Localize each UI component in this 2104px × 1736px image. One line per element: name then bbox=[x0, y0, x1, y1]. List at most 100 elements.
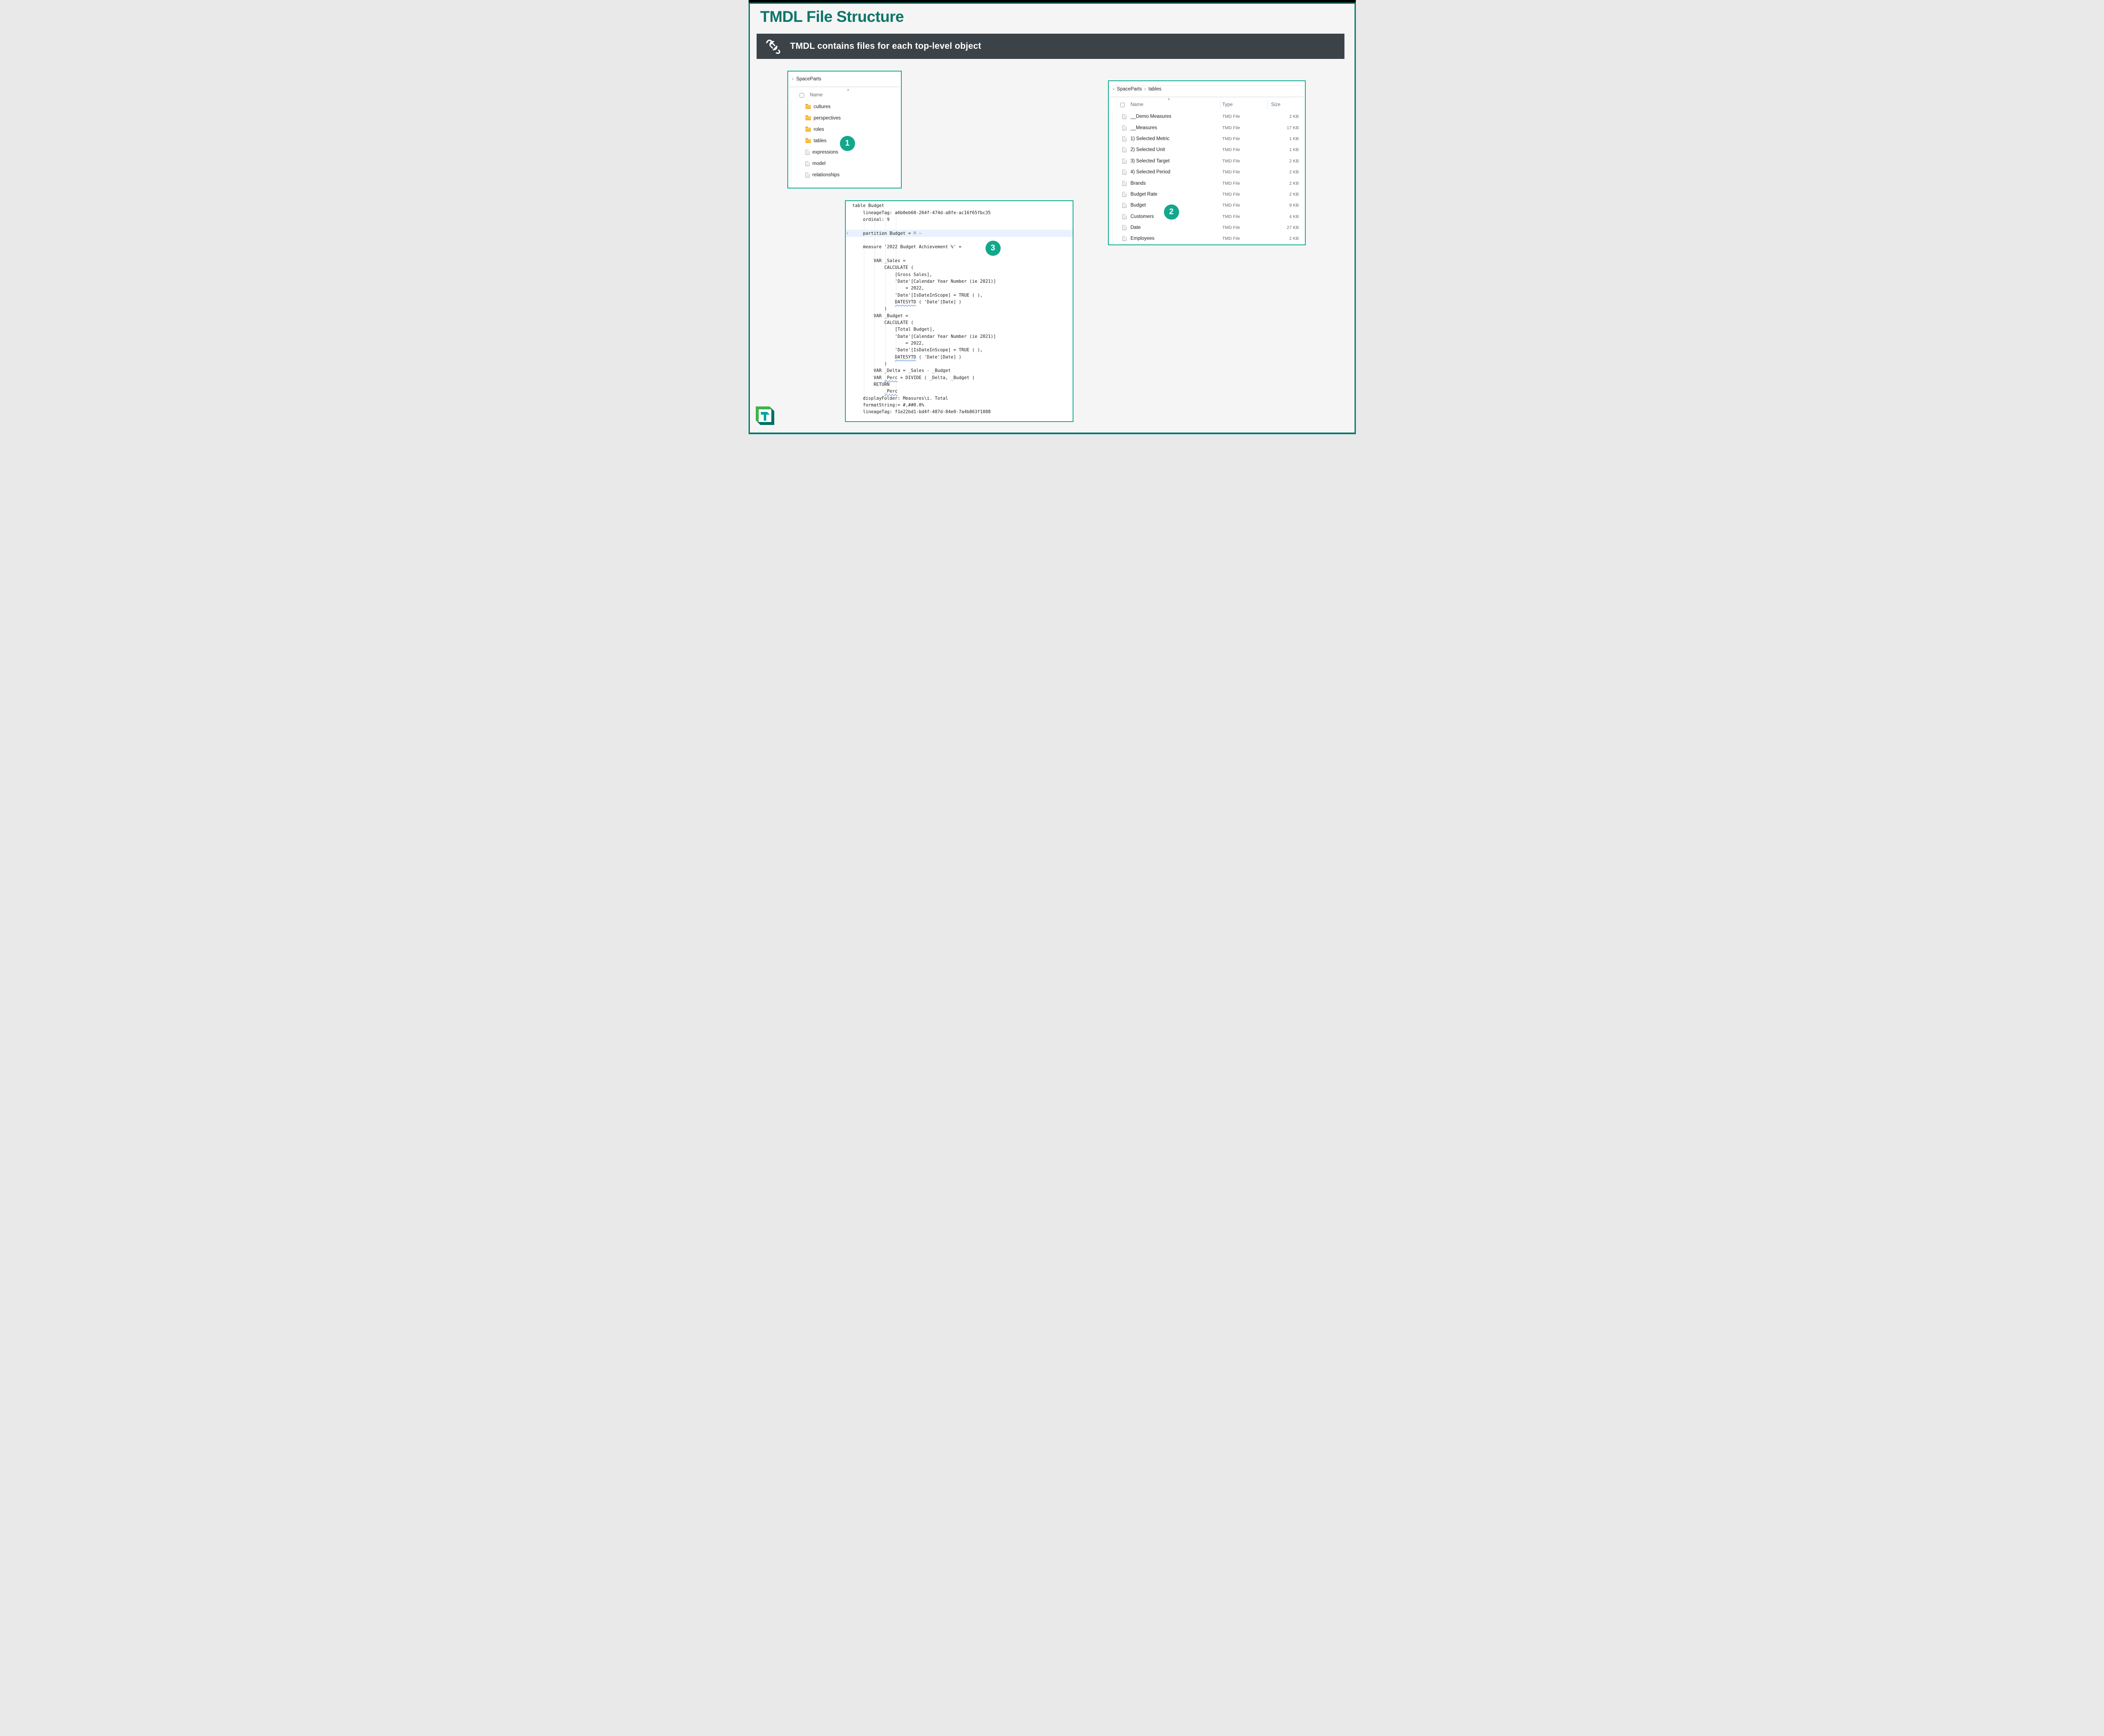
table-row[interactable]: 3) Selected Target TMD File 2 KB bbox=[1109, 156, 1305, 167]
file-icon bbox=[1122, 114, 1126, 119]
file-name: Budget Rate bbox=[1131, 192, 1222, 197]
code-line: = 2022, bbox=[846, 340, 1073, 347]
code-line: ) bbox=[846, 305, 1073, 312]
table-row[interactable]: __Measures TMD File 17 KB bbox=[1109, 122, 1305, 133]
sort-caret-icon[interactable]: ∧ bbox=[847, 88, 850, 92]
file-size: 2 KB bbox=[1271, 170, 1299, 175]
file-name: 3) Selected Target bbox=[1131, 159, 1222, 164]
breadcrumb-item-spaceparts[interactable]: SpaceParts bbox=[1117, 87, 1142, 92]
file-row[interactable]: roles bbox=[788, 124, 901, 135]
folder-icon bbox=[805, 127, 811, 132]
code-line: VAR _Budget = bbox=[846, 313, 1073, 319]
file-size: 2 KB bbox=[1271, 192, 1299, 197]
file-size: 2 KB bbox=[1271, 159, 1299, 164]
file-name: tables bbox=[814, 138, 827, 143]
breadcrumb[interactable]: › SpaceParts bbox=[792, 77, 821, 82]
column-label-name[interactable]: Name bbox=[1131, 102, 1222, 107]
file-icon bbox=[805, 161, 810, 166]
code-line: lineageTag: f1e22bd1-bd4f-487d-84e0-7a4b… bbox=[846, 409, 1073, 415]
code-editor[interactable]: table Budget lineageTag: a6b0eb60-264f-4… bbox=[845, 200, 1073, 422]
column-separator[interactable] bbox=[1267, 100, 1268, 110]
table-row[interactable]: Budget Rate TMD File 2 KB bbox=[1109, 189, 1305, 200]
file-type: TMD File bbox=[1222, 147, 1271, 152]
select-all-checkbox[interactable] bbox=[1120, 103, 1125, 107]
step-badge-3: 3 bbox=[986, 241, 1001, 256]
table-row[interactable]: 1) Selected Metric TMD File 1 KB bbox=[1109, 133, 1305, 144]
code-line: displayFolder: Measures\i. Total bbox=[846, 395, 1073, 402]
file-type: TMD File bbox=[1222, 159, 1271, 164]
column-header-row: Name Type Size bbox=[1109, 99, 1305, 110]
page-title: TMDL File Structure bbox=[760, 8, 904, 26]
file-size: 27 KB bbox=[1271, 225, 1299, 230]
file-icon bbox=[1122, 236, 1126, 241]
file-type: TMD File bbox=[1222, 192, 1271, 197]
table-row[interactable]: Customers TMD File 4 KB bbox=[1109, 211, 1305, 222]
file-type: TMD File bbox=[1222, 225, 1271, 230]
file-table: __Demo Measures TMD File 2 KB __Measures… bbox=[1109, 111, 1305, 244]
code-line bbox=[846, 250, 1073, 257]
file-name: __Demo Measures bbox=[1131, 114, 1222, 119]
fold-chevron-icon[interactable]: › bbox=[846, 231, 853, 236]
column-label-name[interactable]: Name bbox=[810, 93, 823, 98]
table-row[interactable]: 4) Selected Period TMD File 2 KB bbox=[1109, 167, 1305, 178]
tabular-editor-logo bbox=[754, 405, 776, 426]
column-header-name[interactable]: Name bbox=[788, 90, 901, 100]
file-row[interactable]: relationships bbox=[788, 169, 901, 181]
file-icon bbox=[1122, 225, 1126, 230]
file-type: TMD File bbox=[1222, 114, 1271, 119]
breadcrumb-item-spaceparts[interactable]: SpaceParts bbox=[796, 77, 821, 82]
code-line: 'Date'[Calendar Year Number (ie 2021)] bbox=[846, 333, 1073, 340]
select-all-checkbox[interactable] bbox=[800, 93, 804, 98]
file-row[interactable]: perspectives bbox=[788, 113, 901, 124]
table-row[interactable]: __Demo Measures TMD File 2 KB bbox=[1109, 111, 1305, 122]
file-name: 1) Selected Metric bbox=[1131, 136, 1222, 141]
step-badge-1: 1 bbox=[840, 136, 855, 151]
table-row[interactable]: 2) Selected Unit TMD File 1 KB bbox=[1109, 144, 1305, 155]
file-name: Brands bbox=[1131, 181, 1222, 186]
file-size: 2 KB bbox=[1271, 236, 1299, 241]
frame-top bbox=[749, 3, 1356, 4]
file-size: 17 KB bbox=[1271, 125, 1299, 130]
file-name: expressions bbox=[813, 150, 838, 155]
chevron-right-icon[interactable]: › bbox=[792, 77, 794, 82]
column-label-size[interactable]: Size bbox=[1271, 102, 1299, 107]
file-icon bbox=[1122, 147, 1126, 152]
file-icon bbox=[1122, 170, 1126, 175]
file-name: perspectives bbox=[814, 116, 841, 121]
file-name: roles bbox=[814, 127, 824, 132]
file-name: Date bbox=[1131, 225, 1222, 230]
frame-bottom bbox=[749, 433, 1356, 434]
file-row[interactable]: cultures bbox=[788, 101, 901, 113]
file-type: TMD File bbox=[1222, 236, 1271, 241]
file-icon bbox=[1122, 181, 1126, 186]
frame-right bbox=[1355, 3, 1356, 434]
code-line: 'Date'[IsDateInScope] = TRUE ( ), bbox=[846, 292, 1073, 298]
table-row[interactable]: Brands TMD File 2 KB bbox=[1109, 178, 1305, 188]
breadcrumb-item-tables[interactable]: tables bbox=[1148, 87, 1161, 92]
file-name: 2) Selected Unit bbox=[1131, 147, 1222, 152]
code-line: formatString:= #,##0.0% bbox=[846, 402, 1073, 409]
file-row[interactable]: model bbox=[788, 158, 901, 169]
file-type: TMD File bbox=[1222, 203, 1271, 208]
column-label-type[interactable]: Type bbox=[1222, 102, 1271, 107]
chevron-right-icon[interactable]: › bbox=[1113, 87, 1115, 92]
code-line: 'Date'[Calendar Year Number (ie 2021)] bbox=[846, 278, 1073, 285]
file-type: TMD File bbox=[1222, 136, 1271, 141]
breadcrumb[interactable]: › SpaceParts › tables bbox=[1113, 87, 1161, 92]
plug-disconnected-icon bbox=[765, 38, 781, 54]
code-line: ) bbox=[846, 361, 1073, 367]
file-name: __Measures bbox=[1131, 125, 1222, 130]
table-row[interactable]: Budget TMD File 9 KB bbox=[1109, 200, 1305, 211]
file-icon bbox=[1122, 214, 1126, 219]
table-row[interactable]: Date TMD File 27 KB bbox=[1109, 222, 1305, 233]
code-line: RETURN bbox=[846, 381, 1073, 388]
code-line: lineageTag: a6b0eb60-264f-474d-a8fe-ac16… bbox=[846, 209, 1073, 216]
chevron-right-icon[interactable]: › bbox=[1145, 87, 1146, 92]
sort-caret-icon[interactable]: ∧ bbox=[1168, 98, 1170, 101]
code-line bbox=[846, 223, 1073, 230]
file-size: 9 KB bbox=[1271, 203, 1299, 208]
folder-icon bbox=[805, 116, 811, 120]
table-row[interactable]: Employees TMD File 2 KB bbox=[1109, 233, 1305, 244]
code-line: VAR _Delta = _Sales - _Budget bbox=[846, 367, 1073, 374]
file-icon bbox=[805, 150, 810, 155]
